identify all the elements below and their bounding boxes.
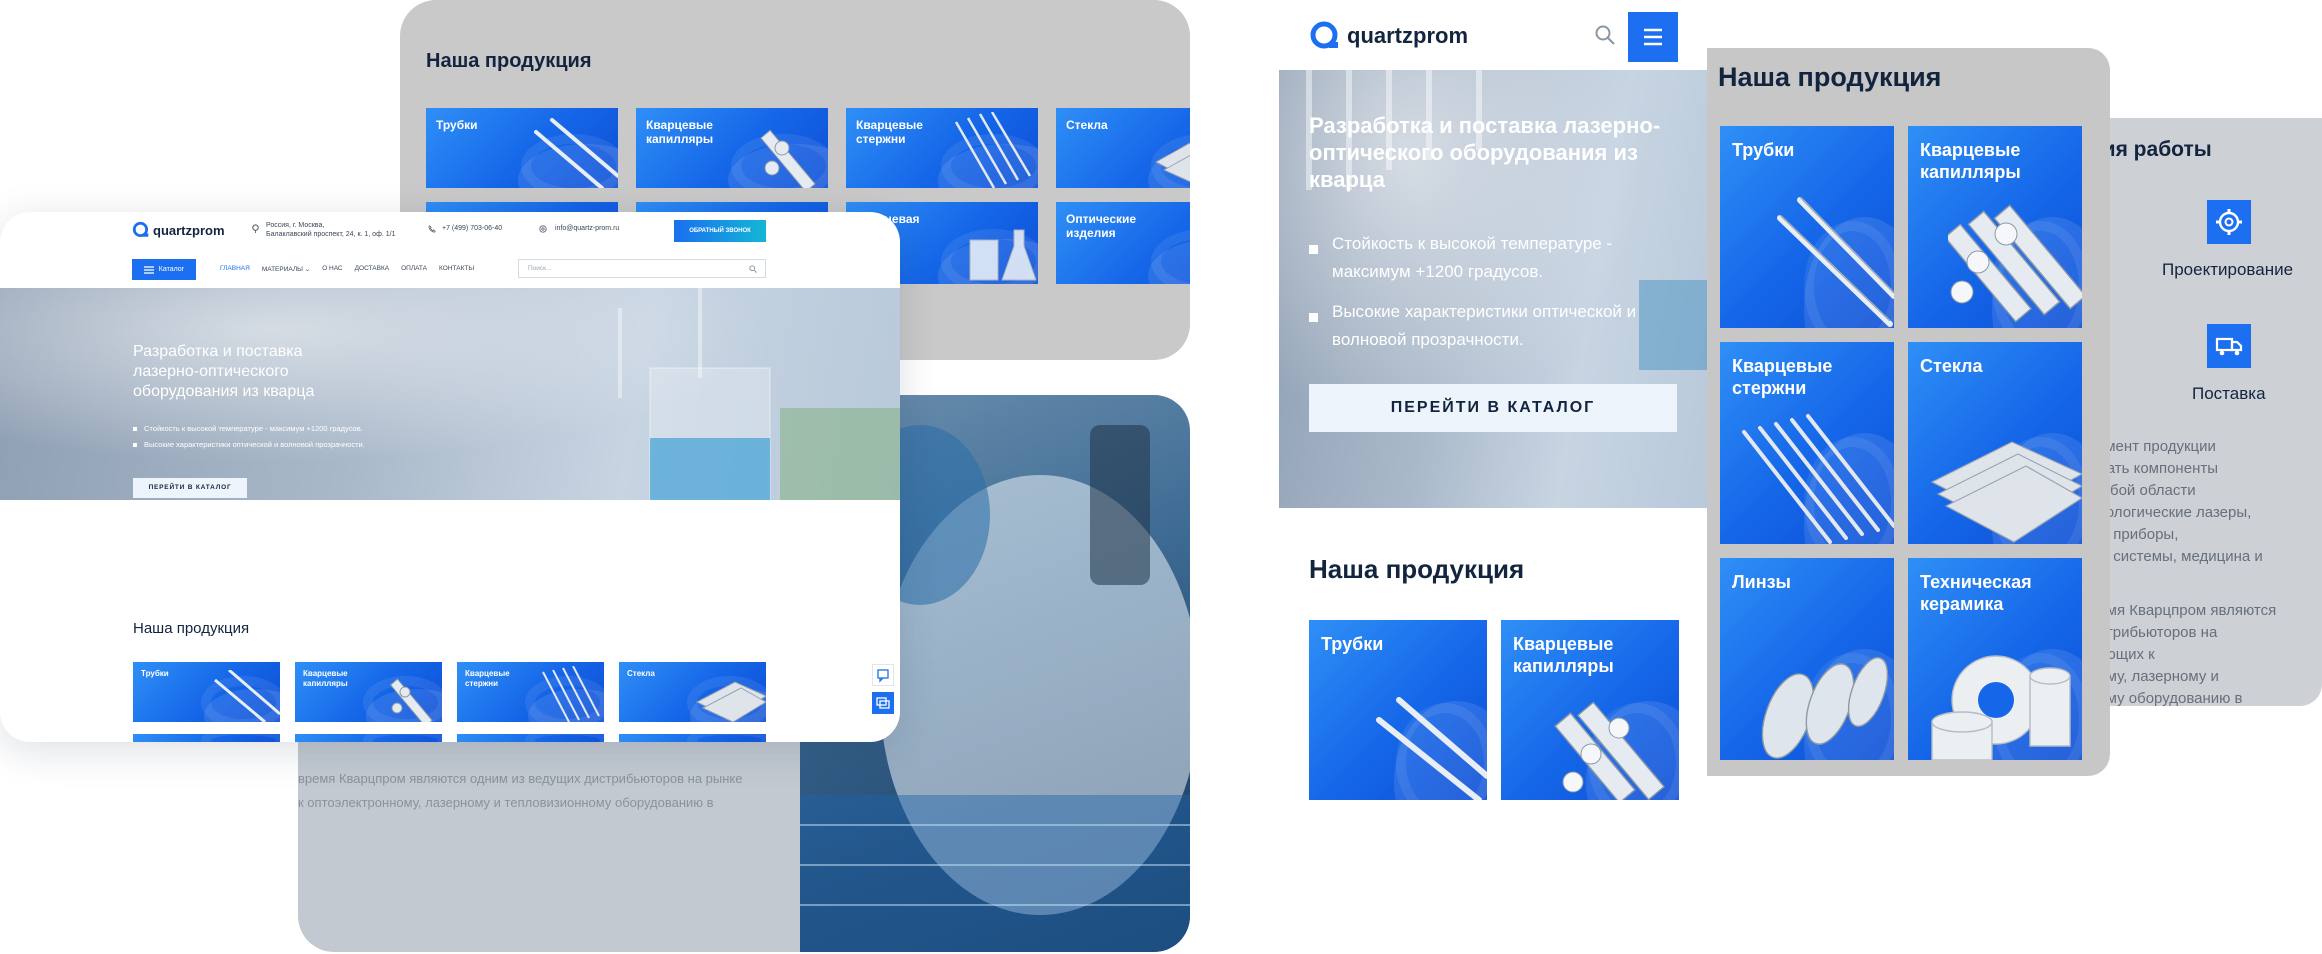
chevron-down-icon: ⌄ <box>304 266 311 273</box>
mobile-hero-bullets: Стойкость к высокой температуре - максим… <box>1309 230 1689 354</box>
header-phone[interactable]: +7 (499) 703-06-40 <box>442 225 502 232</box>
step-label-design: Проектирование <box>2162 260 2294 279</box>
desktop-catalog-cta[interactable]: ПЕРЕЙТИ В КАТАЛОГ <box>133 478 247 498</box>
tablet-tile-tubes[interactable]: Трубки <box>1720 126 1894 328</box>
desktop-hero-bullets: Стойкость к высокой температуре - максим… <box>133 424 365 449</box>
desktop-tile-row2-1[interactable] <box>133 734 280 742</box>
logo[interactable]: quartzprom <box>1309 20 1468 52</box>
tablet-products-panel: Наша продукция Трубки Кварцевые капилляр… <box>1706 48 2110 776</box>
lenses-image <box>1761 657 1889 759</box>
process-paragraph-2: ремя Кварцпром являются истрибьюторов на т… <box>2090 602 2277 706</box>
mobile-header: quartzprom <box>1279 0 1707 70</box>
ceramics-image <box>1931 655 2071 760</box>
top-tile-tubes[interactable]: Трубки <box>426 108 618 188</box>
search-input[interactable]: Поиск... <box>518 259 766 278</box>
email-icon <box>539 225 547 233</box>
desktop-tile-glass[interactable]: Стекла <box>619 662 766 722</box>
desktop-logo[interactable]: quartzprom <box>132 221 225 239</box>
top-tile-optical[interactable]: Оптические изделия <box>1056 202 1190 284</box>
hamburger-menu-button[interactable] <box>1628 12 1678 62</box>
mobile-hero: Разработка и поставка лазерно- оптическо… <box>1279 70 1707 508</box>
tablet-tile-glass[interactable]: Стекла <box>1908 342 2082 544</box>
gear-icon <box>2207 200 2251 244</box>
mobile-products-title: Наша продукция <box>1309 554 1525 584</box>
desktop-tile-tubes[interactable]: Трубки <box>133 662 280 722</box>
process-panel: ния работы ия Проектирование а Поставка … <box>2080 118 2322 706</box>
logo-q-icon <box>132 221 149 238</box>
bullet-item: Стойкость к высокой температуре - максим… <box>133 424 365 433</box>
desktop-tile-rods[interactable]: Кварцевые стержни <box>457 662 604 722</box>
mobile-tile-capillaries[interactable]: Кварцевые капилляры <box>1501 620 1679 800</box>
desktop-tile-row2-4[interactable] <box>619 734 766 742</box>
nav-about[interactable]: О НАС <box>322 265 342 273</box>
bullet-item: Высокие характеристики оптической и волн… <box>133 440 365 449</box>
phone-icon <box>428 225 436 233</box>
main-nav: ГЛАВНАЯ МАТЕРИАЛЫ ⌄ О НАС ДОСТАВКА ОПЛАТ… <box>220 265 474 273</box>
truck-icon <box>2207 324 2251 368</box>
desktop-products-title: Наша продукция <box>133 620 250 637</box>
desktop-tile-row2-2[interactable] <box>295 734 442 742</box>
glass-plates-image <box>695 681 766 722</box>
bullet-item: Высокие характеристики оптической и волн… <box>1309 298 1689 354</box>
desktop-tile-capillaries[interactable]: Кварцевые капилляры <box>295 662 442 722</box>
nav-materials[interactable]: МАТЕРИАЛЫ ⌄ <box>262 265 310 273</box>
mobile-tile-tubes[interactable]: Трубки <box>1309 620 1487 800</box>
logo-q-icon <box>1310 21 1338 49</box>
top-products-title: Наша продукция <box>426 50 592 72</box>
search-icon[interactable] <box>1594 24 1616 46</box>
catalog-button[interactable]: Каталог <box>132 259 196 280</box>
nav-contacts[interactable]: КОНТАКТЫ <box>439 265 474 273</box>
logo-text: quartzprom <box>1347 23 1468 48</box>
lab-photo-text: время Кварцпром являются одним из ведущи… <box>298 771 743 810</box>
process-paragraph-1: тимент продукции ирать компоненты любой об… <box>2090 438 2263 565</box>
desktop-hero: Разработка и поставка лазерно-оптическог… <box>0 288 900 500</box>
glass-plates-image <box>1930 441 2082 543</box>
desktop-tile-row2-3[interactable] <box>457 734 604 742</box>
top-tile-rods[interactable]: Кварцевые стержни <box>846 108 1038 188</box>
tubes-image <box>1376 697 1487 800</box>
top-tile-capillaries[interactable]: Кварцевые капилляры <box>636 108 828 188</box>
mobile-catalog-button[interactable]: ПЕРЕЙТИ В КАТАЛОГ <box>1309 384 1677 432</box>
capillaries-image <box>1554 701 1665 800</box>
search-icon <box>749 265 757 273</box>
step-label-delivery: Поставка <box>2192 384 2266 403</box>
location-icon <box>251 224 260 233</box>
menu-icon <box>143 265 154 274</box>
tubes-image <box>1777 196 1894 327</box>
capillaries-image <box>1948 204 2082 323</box>
callback-button[interactable]: ОБРАТНЫЙ ЗВОНОК <box>674 220 766 242</box>
mobile-hero-title: Разработка и поставка лазерно- оптическо… <box>1309 113 1661 192</box>
tablet-tile-lenses[interactable]: Линзы <box>1720 558 1894 760</box>
desktop-mockup: quartzprom Россия, г. Москва, Балаклавск… <box>0 212 900 742</box>
tablet-tile-capillaries[interactable]: Кварцевые капилляры <box>1908 126 2082 328</box>
messages-button[interactable] <box>872 692 894 714</box>
header-address: Россия, г. Москва, Балаклавский проспект… <box>266 222 396 238</box>
tablet-tile-rods[interactable]: Кварцевые стержни <box>1720 342 1894 544</box>
mobile-mockup: quartzprom Разработка и поставка лазерно… <box>1279 0 1707 800</box>
rods-image <box>1742 414 1894 544</box>
tablet-products-title: Наша продукция <box>1718 62 1942 92</box>
nav-home[interactable]: ГЛАВНАЯ <box>220 265 250 273</box>
chat-button[interactable] <box>872 664 894 686</box>
tablet-tile-ceramics[interactable]: Техническая керамика <box>1908 558 2082 760</box>
header-email[interactable]: info@quartz-prom.ru <box>555 225 619 232</box>
bullet-item: Стойкость к высокой температуре - максим… <box>1309 230 1689 286</box>
desktop-hero-title: Разработка и поставка лазерно-оптическог… <box>133 343 315 400</box>
top-tile-glass[interactable]: Стекла <box>1056 108 1190 188</box>
nav-payment[interactable]: ОПЛАТА <box>401 265 427 273</box>
nav-delivery[interactable]: ДОСТАВКА <box>355 265 389 273</box>
glassware-image <box>969 229 1037 281</box>
logo-text: quartzprom <box>153 222 225 238</box>
